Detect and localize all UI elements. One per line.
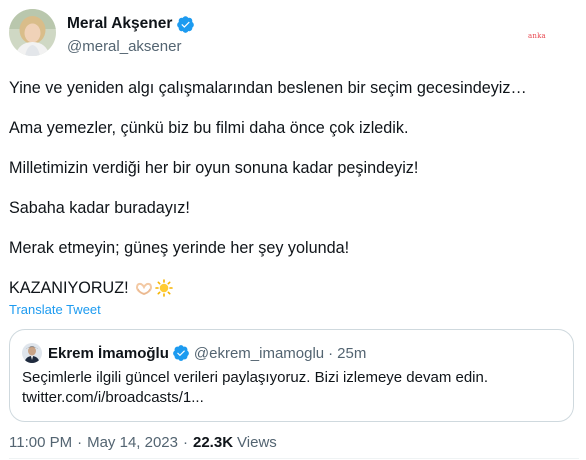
heart-hands-icon bbox=[135, 279, 153, 297]
author-name[interactable]: Meral Akşener bbox=[67, 15, 172, 33]
quoted-tweet-link: twitter.com/i/broadcasts/1... bbox=[22, 389, 204, 406]
quoted-tweet-card[interactable]: Ekrem İmamoğlu @ekrem_imamoglu · 25m Seç… bbox=[9, 329, 574, 422]
views-label: Views bbox=[237, 434, 277, 451]
translate-tweet-link[interactable]: Translate Tweet bbox=[9, 302, 101, 317]
views-count[interactable]: 22.3K bbox=[193, 434, 233, 451]
quoted-author-name: Ekrem İmamoğlu bbox=[48, 344, 169, 362]
quoted-tweet-text: Seçimlerle ilgili güncel verileri paylaş… bbox=[22, 368, 488, 408]
separator-dot: · bbox=[77, 434, 83, 451]
tweet-paragraph: Merak etmeyin; güneş yerinde her şey yol… bbox=[9, 239, 350, 257]
divider bbox=[9, 458, 579, 459]
separator-dot: · bbox=[328, 344, 334, 362]
tweet: Meral Akşener @meral_aksener anka Yine v… bbox=[0, 0, 586, 460]
tweet-meta: 11:00 PM · May 14, 2023 · 22.3K Views bbox=[9, 434, 277, 451]
tweet-paragraph-text: KAZANIYORUZ! bbox=[9, 279, 129, 297]
tweet-paragraph: Yine ve yeniden algı çalışmalarından bes… bbox=[9, 79, 527, 97]
sun-icon bbox=[154, 279, 173, 297]
author-avatar[interactable] bbox=[9, 9, 56, 56]
tweet-paragraph-last: KAZANIYORUZ! bbox=[9, 278, 579, 298]
author-info: Meral Akşener @meral_aksener bbox=[67, 13, 195, 55]
quoted-author-handle: @ekrem_imamoglu bbox=[193, 344, 325, 362]
quoted-tweet-line: Seçimlerle ilgili güncel verileri paylaş… bbox=[22, 369, 489, 386]
tweet-paragraph: Sabaha kadar buradayız! bbox=[9, 199, 190, 217]
watermark-logo: anka bbox=[528, 32, 546, 40]
quoted-tweet-header: Ekrem İmamoğlu @ekrem_imamoglu · 25m bbox=[22, 343, 366, 363]
tweet-date[interactable]: May 14, 2023 bbox=[87, 434, 178, 451]
quoted-author-avatar[interactable] bbox=[22, 343, 42, 363]
tweet-text: Yine ve yeniden algı çalışmalarından bes… bbox=[9, 78, 579, 298]
quoted-tweet-time: 25m bbox=[337, 344, 367, 362]
separator-dot: · bbox=[183, 434, 188, 451]
tweet-time[interactable]: 11:00 PM bbox=[9, 434, 72, 451]
tweet-paragraph: Ama yemezler, çünkü biz bu filmi daha ön… bbox=[9, 119, 409, 137]
tweet-paragraph: Milletimizin verdiği her bir oyun sonuna… bbox=[9, 159, 419, 177]
author-handle[interactable]: @meral_aksener bbox=[67, 38, 195, 55]
verified-badge-icon bbox=[176, 15, 195, 34]
verified-badge-icon bbox=[172, 344, 190, 362]
